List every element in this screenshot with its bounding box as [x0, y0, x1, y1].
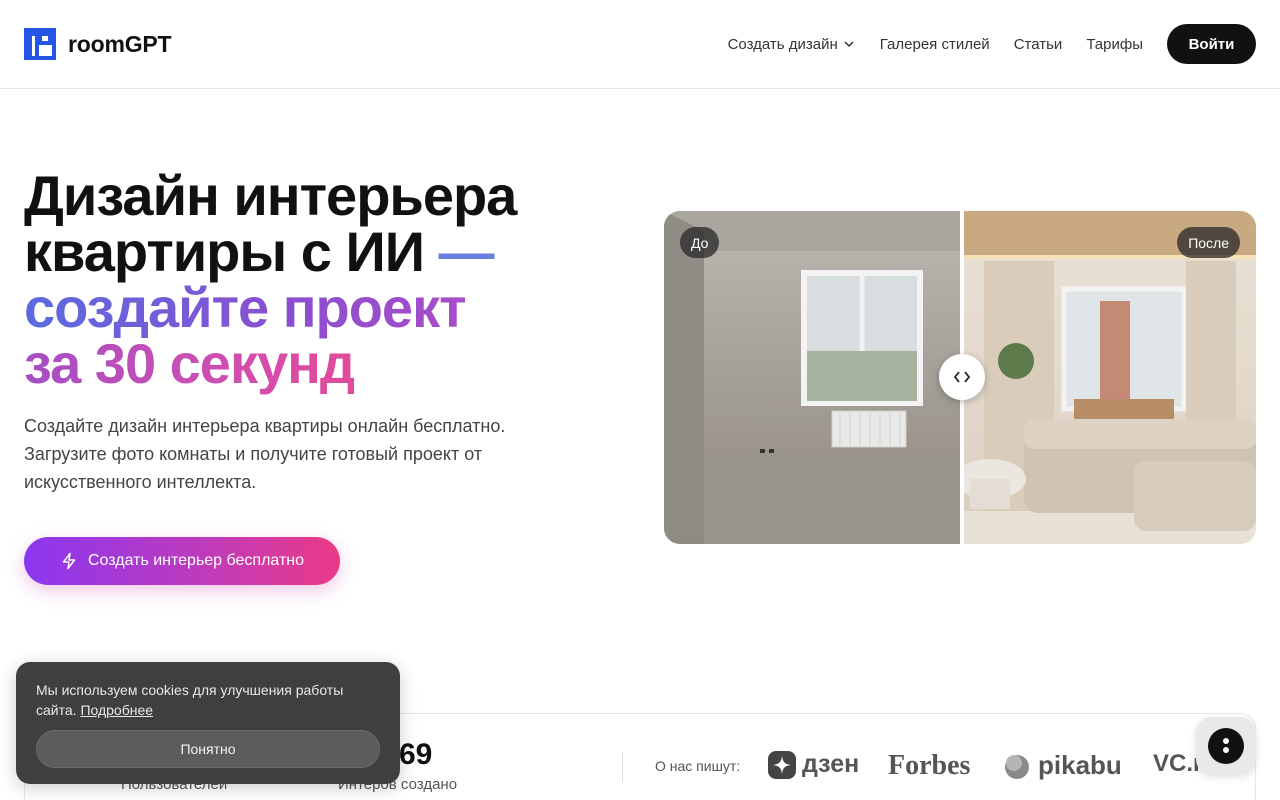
login-button[interactable]: Войти: [1167, 24, 1256, 64]
dzen-logo-icon: [768, 750, 796, 779]
press-name-dzen: дзен: [802, 750, 860, 778]
nav-item-create-design[interactable]: Создать дизайн: [728, 36, 856, 53]
unfinished-room-illustration: [664, 211, 960, 544]
slider-handle[interactable]: [939, 354, 985, 400]
press-logo-forbes[interactable]: Forbes: [888, 750, 970, 782]
cookie-more-link[interactable]: Подробнее: [80, 702, 153, 718]
hero-title-line1: Дизайн интерьера: [24, 164, 517, 227]
cookie-banner: Мы используем cookies для улучшения рабо…: [16, 662, 400, 784]
nav-item-label: Создать дизайн: [727, 35, 838, 53]
logo-link[interactable]: roomGPT: [24, 28, 172, 60]
after-tag: После: [1177, 227, 1240, 258]
hero-title-line2: квартиры с ИИ: [24, 220, 425, 283]
hero-subtitle: Создайте дизайн интерьера квартиры онлай…: [24, 416, 506, 492]
press-logo-dzen[interactable]: дзен: [768, 750, 859, 779]
hero-title-dash: —: [438, 220, 495, 283]
nav-item-pricing[interactable]: Тарифы: [1086, 36, 1143, 53]
after-image: [954, 211, 1256, 544]
chat-dots-icon: [1223, 738, 1229, 753]
before-image: [664, 211, 960, 544]
chevrons-left-right-icon: [953, 371, 971, 383]
create-interior-button[interactable]: Создать интерьер бесплатно: [24, 537, 340, 585]
press-label: О нас пишут:: [655, 758, 741, 774]
nav-item-articles[interactable]: Статьи: [1014, 36, 1063, 53]
lightning-icon: [62, 552, 76, 570]
before-after-slider[interactable]: До После: [664, 211, 1256, 544]
brand-name: roomGPT: [68, 30, 172, 57]
designed-room-illustration: [954, 211, 1256, 544]
hero-title-line4: за 30 секунд: [24, 332, 355, 395]
pikabu-logo-icon: [1005, 754, 1029, 779]
cookie-accept-button[interactable]: Понятно: [36, 730, 380, 768]
roomgpt-logo-icon: [24, 28, 56, 60]
press-logo-pikabu[interactable]: pikabu: [1002, 750, 1122, 781]
hero-title-line3: создайте проект: [24, 276, 467, 339]
main-nav: Создать дизайн Галерея стилей Статьи Тар…: [728, 24, 1256, 64]
chevron-down-icon: [844, 41, 854, 48]
chat-widget-button[interactable]: [1196, 717, 1256, 775]
cookie-text: Мы используем cookies для улучшения рабо…: [36, 680, 380, 720]
hero-title: Дизайн интерьера квартиры с ИИ — создайт…: [24, 168, 624, 392]
cta-label: Создать интерьер бесплатно: [87, 552, 305, 569]
interiors-count: 69: [399, 738, 433, 771]
stats-divider: [622, 752, 623, 782]
nav-item-label: Тарифы: [1086, 35, 1143, 53]
site-header: roomGPT Создать дизайн Галерея стилей Ст…: [0, 0, 1280, 89]
nav-item-label: Статьи: [1013, 35, 1063, 53]
chat-icon: [1208, 728, 1244, 764]
nav-item-label: Галерея стилей: [879, 35, 990, 53]
nav-item-style-gallery[interactable]: Галерея стилей: [880, 36, 990, 53]
press-name-forbes: Forbes: [888, 750, 971, 781]
press-name-pikabu: pikabu: [1038, 750, 1122, 780]
before-tag: До: [680, 227, 720, 258]
